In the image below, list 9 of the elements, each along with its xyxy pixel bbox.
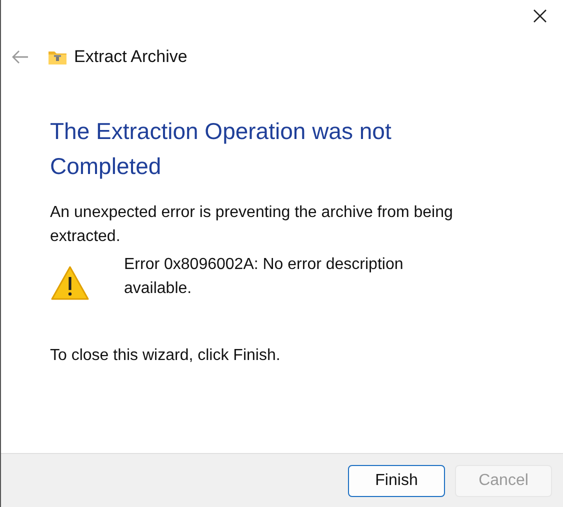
finish-button[interactable]: Finish [348,464,445,496]
dialog-heading: The Extraction Operation was not Completed [50,117,392,181]
instruction-text: To close this wizard, click Finish. [50,347,282,365]
warning-icon [50,265,90,301]
close-icon [533,9,547,23]
error-detail: Error 0x8096002A: No error description available. [124,255,404,299]
error-message: An unexpected error is preventing the archive from being extracted. [50,203,454,247]
window-title: Extract Archive [74,47,188,67]
zip-folder-icon [48,50,67,64]
